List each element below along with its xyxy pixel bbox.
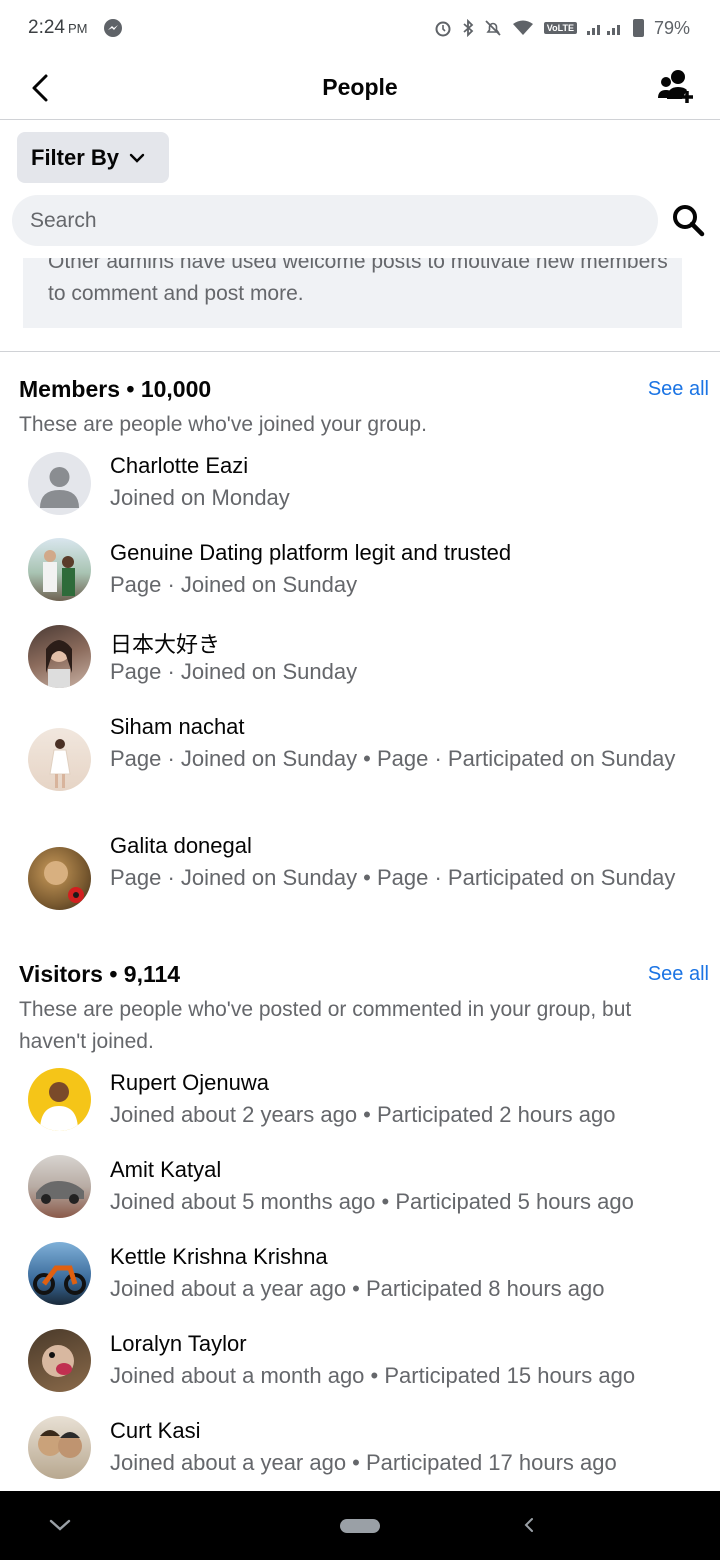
- avatar: [28, 1155, 91, 1218]
- photo-avatar-image: [40, 1082, 78, 1131]
- avatar: [28, 1242, 91, 1305]
- back-arrow-icon: [32, 74, 48, 102]
- wifi-icon: [512, 20, 533, 35]
- app-header: People: [0, 56, 720, 120]
- member-meta: Page · Joined on Sunday • Page · Partici…: [110, 746, 676, 771]
- bluetooth-icon: [463, 19, 474, 37]
- back-button[interactable]: [20, 68, 60, 108]
- visitor-meta: Joined about a month ago • Participated …: [110, 1363, 636, 1388]
- members-see-all-link[interactable]: See all: [648, 378, 709, 401]
- battery-percent: 79%: [653, 17, 690, 38]
- nav-home-pill[interactable]: [340, 1519, 380, 1533]
- members-subtitle: These are people who've joined your grou…: [19, 413, 427, 436]
- avatar: [28, 847, 91, 910]
- photo-avatar-image: [33, 1265, 86, 1295]
- filter-label: Filter By: [31, 144, 120, 170]
- visitor-name: Curt Kasi: [110, 1418, 201, 1443]
- signal-icon: [586, 25, 620, 35]
- member-meta: Page · Joined on Sunday: [110, 572, 358, 597]
- nav-down-icon[interactable]: [48, 1515, 72, 1535]
- member-name: Genuine Dating platform legit and truste…: [110, 540, 512, 565]
- search-input[interactable]: [30, 208, 630, 233]
- photo-avatar-image: [38, 1430, 82, 1458]
- avatar: [28, 1329, 91, 1392]
- member-name: Galita donegal: [110, 833, 252, 858]
- visitors-title: Visitors • 9,114: [19, 961, 181, 987]
- add-person-icon: [658, 70, 693, 103]
- divider: [0, 351, 720, 352]
- default-avatar-icon: [40, 467, 79, 508]
- photo-avatar-image: [49, 739, 71, 788]
- filter-by-button[interactable]: Filter By: [17, 132, 169, 183]
- nav-back-icon[interactable]: [520, 1515, 538, 1535]
- photo-avatar-image: [44, 861, 84, 903]
- tip-text: Other admins have used welcome posts to …: [48, 258, 668, 305]
- visitors-section-header: Visitors • 9,114 See all These are peopl…: [19, 961, 709, 1058]
- member-meta: Page · Joined on Sunday: [110, 659, 358, 684]
- visitor-name: Amit Katyal: [110, 1157, 222, 1182]
- photo-avatar-image: [36, 1181, 84, 1204]
- visitor-name: Loralyn Taylor: [110, 1331, 247, 1356]
- member-meta: Page · Joined on Sunday • Page · Partici…: [110, 865, 676, 890]
- avatar: [28, 452, 91, 515]
- avatar: [28, 1068, 91, 1131]
- search-icon[interactable]: [670, 202, 706, 238]
- visitor-name: Rupert Ojenuwa: [110, 1070, 269, 1095]
- messenger-icon: [104, 19, 123, 37]
- chevron-down-icon: [129, 153, 145, 163]
- mute-icon: [485, 20, 501, 36]
- page-title: People: [322, 74, 398, 100]
- photo-avatar-image: [43, 550, 75, 596]
- visitors-subtitle: These are people who've posted or commen…: [19, 998, 632, 1053]
- visitors-see-all-link[interactable]: See all: [648, 963, 709, 986]
- visitor-meta: Joined about a year ago • Participated 1…: [110, 1450, 617, 1475]
- photo-avatar-image: [42, 1345, 74, 1377]
- avatar: [28, 728, 91, 791]
- admin-tip-card: Other admins have used welcome posts to …: [23, 258, 682, 328]
- invite-people-button[interactable]: [656, 66, 696, 106]
- avatar: [28, 538, 91, 601]
- status-time: 2:24 PM: [28, 17, 88, 38]
- photo-avatar-image: [46, 640, 72, 688]
- avatar: [28, 1416, 91, 1479]
- visitor-meta: Joined about 2 years ago • Participated …: [110, 1102, 616, 1127]
- visitor-meta: Joined about a year ago • Participated 8…: [110, 1276, 605, 1301]
- visitor-name: Kettle Krishna Krishna: [110, 1244, 328, 1269]
- alarm-icon: [435, 21, 451, 37]
- members-section-header: Members • 10,000 See all These are peopl…: [19, 376, 709, 441]
- member-name: 日本大好き: [110, 632, 221, 657]
- member-meta: Joined on Monday: [110, 485, 290, 510]
- status-bar: 2:24 PM VoLTE 79%: [0, 0, 720, 56]
- system-nav-bar: [0, 1491, 720, 1560]
- visitor-meta: Joined about 5 months ago • Participated…: [110, 1189, 634, 1214]
- volte-badge: VoLTE: [543, 22, 577, 34]
- member-name: Charlotte Eazi: [110, 453, 249, 478]
- member-name: Siham nachat: [110, 714, 245, 739]
- status-icons: VoLTE 79%: [434, 18, 690, 39]
- members-title: Members • 10,000: [19, 376, 212, 402]
- battery-icon: [632, 19, 644, 37]
- search-bar: [12, 195, 658, 246]
- avatar: [28, 625, 91, 688]
